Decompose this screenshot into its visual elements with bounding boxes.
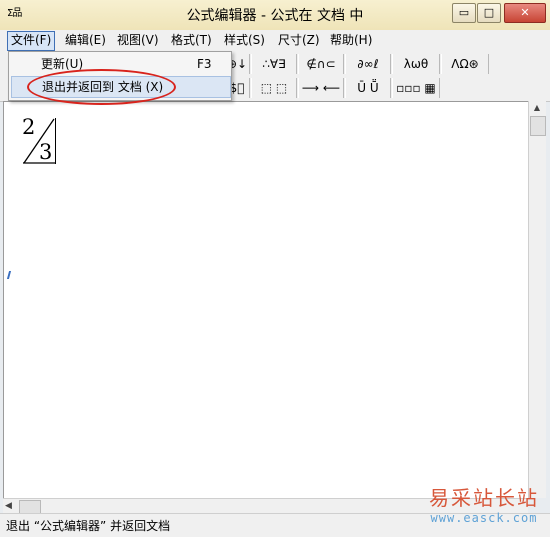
watermark: 易采站长站 www.easck.com — [418, 482, 550, 536]
fraction[interactable]: 2 3 — [20, 115, 60, 167]
menu-bar: 文件(F) 编辑(E) 视图(V) 格式(T) 样式(S) 尺寸(Z) 帮助(H… — [0, 30, 550, 52]
scroll-up-icon[interactable]: ▲ — [531, 103, 543, 113]
menu-format[interactable]: 格式(T) — [168, 31, 215, 49]
toolbar-matrix-palette[interactable]: ▫▫▫ ▦ — [392, 78, 440, 98]
menu-help[interactable]: 帮助(H) — [327, 31, 375, 49]
toolbar-over-under-palette[interactable]: Ū Ṻ — [345, 78, 391, 98]
status-text: 退出 “公式编辑器” 并返回文档 — [6, 519, 171, 533]
menu-view[interactable]: 视图(V) — [114, 31, 162, 49]
menu-edit[interactable]: 编辑(E) — [62, 31, 109, 49]
maximize-button[interactable]: □ — [477, 3, 501, 23]
menu-style[interactable]: 样式(S) — [221, 31, 268, 49]
fraction-denominator: 3 — [39, 140, 53, 164]
toolbar-misc-palette[interactable]: ∂∞ℓ — [345, 54, 391, 74]
toolbar-template-palette[interactable]: ⬚ ⬚ — [251, 78, 297, 98]
title-bar: Σ品 公式编辑器 - 公式在 文档 中 ▭ □ ✕ — [0, 0, 550, 31]
toolbar-set-palette[interactable]: ∉∩⊂ — [298, 54, 344, 74]
toolbar-greek-lower-palette[interactable]: λωθ — [392, 54, 440, 74]
highlight-annotation — [27, 69, 176, 105]
scroll-left-icon[interactable]: ◀ — [5, 500, 17, 512]
close-button[interactable]: ✕ — [504, 3, 546, 23]
menu-update-shortcut: F3 — [197, 57, 212, 71]
horizontal-scroll-thumb[interactable] — [19, 500, 41, 514]
insertion-cursor — [55, 118, 56, 164]
equation-editing-area[interactable] — [3, 101, 529, 499]
menu-file[interactable]: 文件(F) — [7, 31, 56, 51]
watermark-title: 易采站长站 — [429, 486, 539, 510]
watermark-url: www.easck.com — [430, 511, 538, 525]
toolbar-logic-palette[interactable]: ∴∀∃ — [251, 54, 297, 74]
toolbar-labeled-arrow-palette[interactable]: ⟶ ⟵ — [298, 78, 344, 98]
vertical-scrollbar[interactable]: ▲ — [528, 101, 546, 498]
menu-size[interactable]: 尺寸(Z) — [275, 31, 323, 49]
vertical-scroll-thumb[interactable] — [530, 116, 546, 136]
toolbar-greek-upper-palette[interactable]: ΛΩ⊛ — [441, 54, 489, 74]
minimize-button[interactable]: ▭ — [452, 3, 476, 23]
